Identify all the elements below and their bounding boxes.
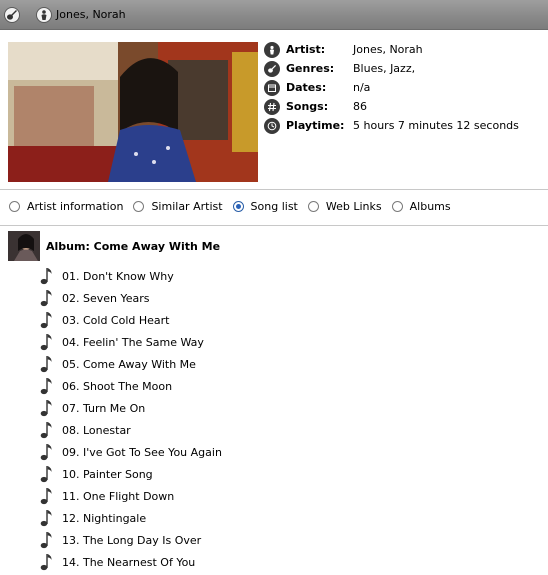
song-title: 08. Lonestar <box>62 423 131 437</box>
song-title: 05. Come Away With Me <box>62 357 196 371</box>
person-icon <box>36 6 52 23</box>
song-title: 13. The Long Day Is Over <box>62 533 202 547</box>
song-row[interactable]: 04. Feelin' The Same Way <box>40 331 222 353</box>
song-title: 04. Feelin' The Same Way <box>62 335 204 349</box>
song-row[interactable]: 11. One Flight Down <box>40 485 222 507</box>
info-row-playtime: Playtime: 5 hours 7 minutes 12 seconds <box>264 116 519 135</box>
song-title: 10. Painter Song <box>62 467 153 481</box>
song-title: 01. Don't Know Why <box>62 269 174 283</box>
info-row-songs: Songs: 86 <box>264 97 519 116</box>
tab-label: Artist information <box>27 200 124 213</box>
tab-song-list[interactable]: Song list <box>232 200 298 213</box>
guitar-icon[interactable] <box>4 6 20 23</box>
radio-button[interactable] <box>9 201 20 212</box>
music-note-icon <box>40 333 54 351</box>
tab-label: Web Links <box>325 200 382 213</box>
info-value: 5 hours 7 minutes 12 seconds <box>353 119 519 132</box>
info-label: Songs: <box>286 100 329 113</box>
radio-button[interactable] <box>307 201 319 212</box>
view-tabs: Artist information Similar Artist Song l… <box>9 200 461 213</box>
tab-label: Albums <box>409 200 451 213</box>
tab-similar-artist[interactable]: Similar Artist <box>133 200 223 213</box>
music-note-icon <box>40 487 54 505</box>
window-title: Jones, Norah <box>56 8 126 21</box>
person-icon <box>264 41 280 58</box>
title-bar: Jones, Norah <box>0 0 548 30</box>
info-value: 86 <box>353 100 367 113</box>
tab-web-links[interactable]: Web Links <box>307 200 382 213</box>
music-note-icon <box>40 399 54 417</box>
info-value: Blues, Jazz, <box>353 62 416 75</box>
tab-albums[interactable]: Albums <box>391 200 451 213</box>
info-value: n/a <box>353 81 371 94</box>
music-note-icon <box>40 553 54 571</box>
song-title: 14. The Nearnest Of You <box>62 555 196 569</box>
artist-photo <box>8 42 258 182</box>
info-value: Jones, Norah <box>353 43 423 56</box>
info-row-artist: Artist: Jones, Norah <box>264 40 519 59</box>
song-row[interactable]: 08. Lonestar <box>40 419 222 441</box>
song-row[interactable]: 12. Nightingale <box>40 507 222 529</box>
song-title: 07. Turn Me On <box>62 401 146 415</box>
radio-button[interactable] <box>391 201 403 212</box>
tab-artist-information[interactable]: Artist information <box>9 200 123 213</box>
song-row[interactable]: 09. I've Got To See You Again <box>40 441 222 463</box>
song-row[interactable]: 03. Cold Cold Heart <box>40 309 222 331</box>
song-row[interactable]: 10. Painter Song <box>40 463 222 485</box>
radio-button[interactable] <box>133 201 145 212</box>
info-label: Dates: <box>286 81 327 94</box>
song-title: 06. Shoot The Moon <box>62 379 173 393</box>
music-note-icon <box>40 289 54 307</box>
song-row[interactable]: 13. The Long Day Is Over <box>40 529 222 551</box>
music-note-icon <box>40 421 54 439</box>
music-note-icon <box>40 377 54 395</box>
tab-label: Song list <box>250 200 298 213</box>
info-row-dates: Dates: n/a <box>264 78 519 97</box>
music-note-icon <box>40 465 54 483</box>
clock-icon <box>264 117 280 134</box>
info-label: Genres: <box>286 62 335 75</box>
song-row[interactable]: 01. Don't Know Why <box>40 265 222 287</box>
divider <box>0 225 548 226</box>
music-note-icon <box>40 509 54 527</box>
divider <box>0 189 548 190</box>
song-title: 02. Seven Years <box>62 291 150 305</box>
song-row[interactable]: 05. Come Away With Me <box>40 353 222 375</box>
info-label: Artist: <box>286 43 326 56</box>
calendar-icon <box>264 79 280 96</box>
album-title: Album: Come Away With Me <box>46 239 221 253</box>
music-note-icon <box>40 267 54 285</box>
music-note-icon <box>40 531 54 549</box>
guitar-icon <box>264 60 280 77</box>
song-title: 11. One Flight Down <box>62 489 175 503</box>
album-header[interactable]: Album: Come Away With Me <box>8 231 220 261</box>
radio-button-selected[interactable] <box>232 201 244 212</box>
song-row[interactable]: 07. Turn Me On <box>40 397 222 419</box>
song-row[interactable]: 06. Shoot The Moon <box>40 375 222 397</box>
song-title: 12. Nightingale <box>62 511 147 525</box>
hash-icon <box>264 98 280 115</box>
song-title: 03. Cold Cold Heart <box>62 313 170 327</box>
album-cover <box>8 231 40 261</box>
tab-label: Similar Artist <box>151 200 223 213</box>
info-label: Playtime: <box>286 119 345 132</box>
music-note-icon <box>40 443 54 461</box>
song-title: 09. I've Got To See You Again <box>62 445 222 459</box>
song-list: 01. Don't Know Why 02. Seven Years 03. Col… <box>40 265 222 573</box>
song-row[interactable]: 02. Seven Years <box>40 287 222 309</box>
music-note-icon <box>40 311 54 329</box>
song-row[interactable]: 14. The Nearnest Of You <box>40 551 222 573</box>
music-note-icon <box>40 355 54 373</box>
artist-info-panel: Artist: Jones, Norah Genres: Blues, Jazz… <box>264 40 519 135</box>
info-row-genres: Genres: Blues, Jazz, <box>264 59 519 78</box>
